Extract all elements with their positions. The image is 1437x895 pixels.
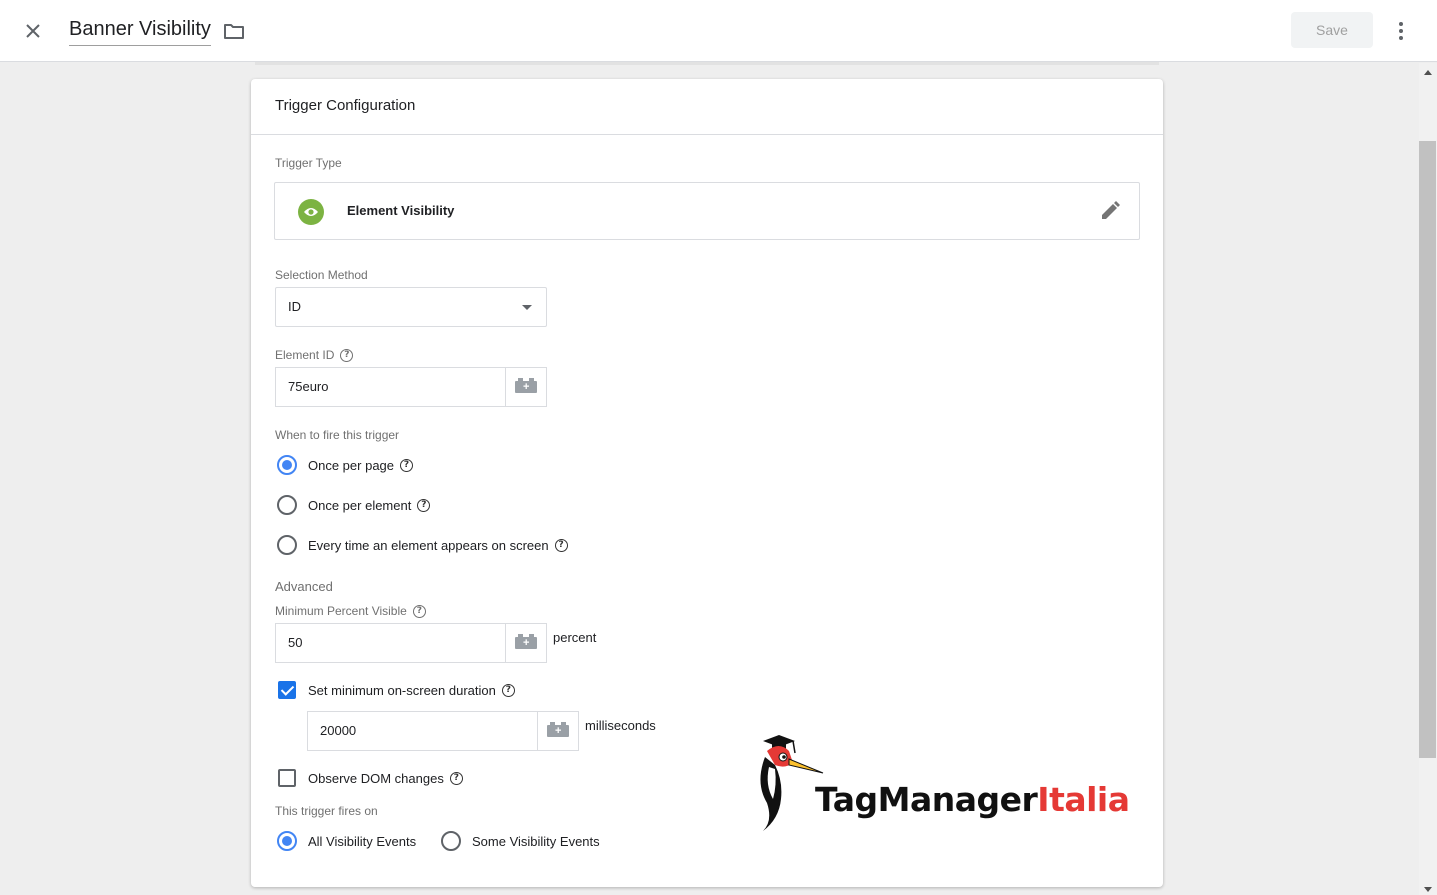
trigger-type-name: Element Visibility <box>347 203 455 218</box>
min-duration-checkbox[interactable] <box>278 681 296 699</box>
radio-some-visibility-events[interactable]: Some Visibility Events <box>441 831 600 851</box>
variable-brick-icon: + <box>515 378 537 393</box>
woodpecker-mascot-icon <box>760 735 824 831</box>
trigger-type-selector[interactable]: Element Visibility <box>274 182 1140 240</box>
help-icon[interactable]: ? <box>340 349 354 363</box>
radio-button[interactable] <box>277 495 297 515</box>
tagmanageritalia-logo: TagManagerItalia <box>745 733 1130 833</box>
variable-brick-icon: + <box>515 634 537 649</box>
min-duration-row[interactable]: Set minimum on-screen duration? <box>278 681 515 699</box>
radio-label: All Visibility Events <box>308 833 417 849</box>
min-duration-field: 20000 + <box>307 711 579 751</box>
checkbox-label: Observe DOM changes <box>308 770 444 786</box>
trigger-name-field[interactable]: Banner Visibility <box>69 18 211 46</box>
radio-label: Some Visibility Events <box>472 833 600 849</box>
element-id-field: 75euro + <box>275 367 547 407</box>
radio-once-per-element[interactable]: Once per element? <box>277 495 431 515</box>
radio-button[interactable] <box>441 831 461 851</box>
help-icon[interactable]: ? <box>417 498 431 512</box>
watermark-text: TagManagerItalia <box>815 780 1130 819</box>
fire-when-label: When to fire this trigger <box>275 428 400 442</box>
selection-method-label: Selection Method <box>275 268 368 282</box>
card-title: Trigger Configuration <box>251 79 1163 135</box>
trigger-type-label: Trigger Type <box>275 156 342 170</box>
observe-dom-checkbox[interactable] <box>278 769 296 787</box>
radio-button[interactable] <box>277 455 297 475</box>
variable-picker-button[interactable]: + <box>505 367 547 407</box>
element-id-input[interactable]: 75euro <box>275 367 505 407</box>
save-button[interactable]: Save <box>1291 12 1373 48</box>
scroll-thumb[interactable] <box>1419 141 1436 758</box>
folder-icon[interactable] <box>222 19 246 43</box>
help-icon[interactable]: ? <box>412 605 426 619</box>
milliseconds-unit: milliseconds <box>585 718 656 733</box>
radio-label: Once per element <box>308 497 412 513</box>
radio-button[interactable] <box>277 535 297 555</box>
fires-on-label: This trigger fires on <box>275 804 378 818</box>
radio-all-visibility-events[interactable]: All Visibility Events <box>277 831 416 851</box>
help-icon[interactable]: ? <box>449 771 463 785</box>
min-percent-input[interactable]: 50 <box>275 623 505 663</box>
radio-label: Once per page <box>308 457 395 473</box>
help-icon[interactable]: ? <box>554 538 568 552</box>
radio-button[interactable] <box>277 831 297 851</box>
selection-method-select[interactable]: ID <box>275 287 547 327</box>
checkbox-label: Set minimum on-screen duration <box>308 682 496 698</box>
element-id-label: Element ID? <box>275 348 354 363</box>
eye-icon <box>298 199 324 225</box>
min-percent-label: Minimum Percent Visible? <box>275 604 426 619</box>
scroll-down-arrow-icon[interactable] <box>1424 887 1432 892</box>
scrollbar[interactable] <box>1419 63 1437 895</box>
chevron-down-icon <box>522 305 532 310</box>
edit-pencil-icon[interactable] <box>1099 200 1121 222</box>
min-percent-field: 50 + <box>275 623 547 663</box>
radio-label: Every time an element appears on screen <box>308 537 549 553</box>
scroll-up-arrow-icon[interactable] <box>1424 70 1432 75</box>
variable-brick-icon: + <box>547 722 569 737</box>
top-bar: Banner Visibility Save <box>0 0 1437 62</box>
variable-picker-button[interactable]: + <box>505 623 547 663</box>
help-icon[interactable]: ? <box>400 458 414 472</box>
help-icon[interactable]: ? <box>501 683 515 697</box>
variable-picker-button[interactable]: + <box>537 711 579 751</box>
previous-card-edge <box>255 62 1159 65</box>
observe-dom-row[interactable]: Observe DOM changes? <box>278 769 463 787</box>
radio-once-per-page[interactable]: Once per page? <box>277 455 414 475</box>
percent-unit: percent <box>553 630 597 645</box>
close-icon[interactable] <box>20 18 46 44</box>
advanced-section-title: Advanced <box>275 579 333 594</box>
min-duration-input[interactable]: 20000 <box>307 711 537 751</box>
selection-method-value: ID <box>288 299 301 314</box>
radio-every-time[interactable]: Every time an element appears on screen? <box>277 535 568 555</box>
more-vert-icon[interactable] <box>1389 18 1413 44</box>
